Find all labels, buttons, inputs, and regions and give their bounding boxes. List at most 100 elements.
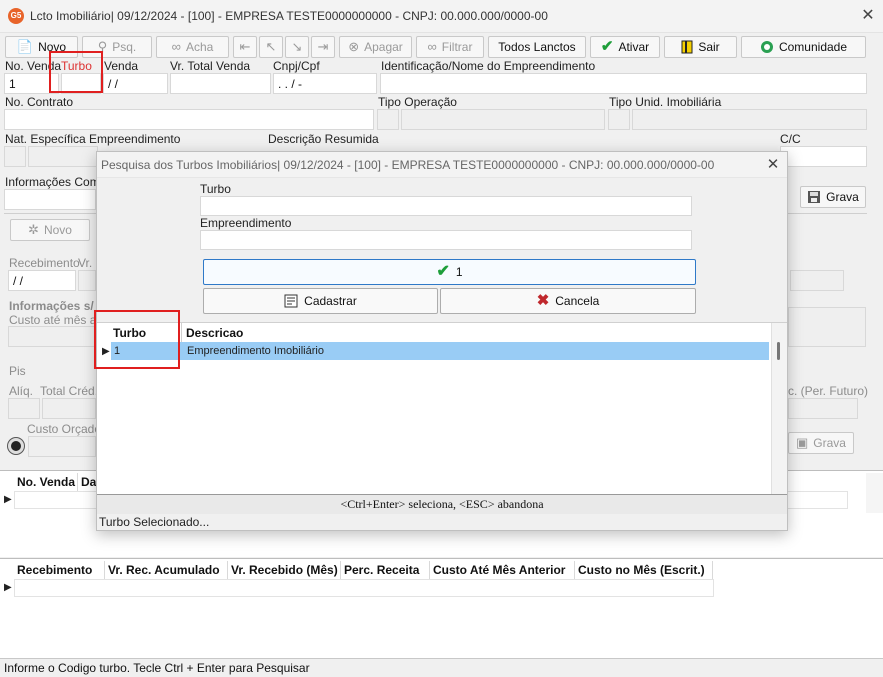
dialog-empreendimento-input[interactable]	[200, 230, 692, 250]
save-icon: ▣	[796, 435, 809, 450]
row-pointer-icon: ▶	[4, 582, 12, 593]
sair-button[interactable]: Sair	[664, 36, 737, 58]
gear-icon: ✲	[28, 222, 39, 237]
custo-orcado-radio-icon[interactable]	[8, 438, 24, 454]
descricao-resumida-label: Descrição Resumida	[268, 132, 379, 146]
dialog-turbo-label: Turbo	[200, 182, 231, 196]
grid-scrollbar-thumb[interactable]	[777, 342, 780, 360]
dialog-select-label: 1	[455, 265, 463, 279]
cadastrar-label: Cadastrar	[304, 294, 357, 308]
new-document-icon: 📄	[16, 39, 34, 54]
vr-total-venda-input[interactable]	[170, 73, 271, 94]
identificacao-input[interactable]	[380, 73, 867, 94]
next-icon: ↘	[291, 39, 303, 54]
aliq-label: Alíq.	[9, 384, 34, 398]
filter-icon: ∞	[427, 39, 437, 54]
cc-label: C/C	[780, 132, 801, 146]
grid2-col-vr-recebido-mes[interactable]: Vr. Recebido (Mês)	[228, 561, 341, 579]
per-futuro-input	[788, 398, 858, 419]
acha-button[interactable]: ∞ Acha	[156, 36, 229, 58]
informacoes-group-label: Informações s/	[9, 299, 94, 313]
ativar-label: Ativar	[618, 40, 650, 54]
grid1-col-no-venda[interactable]: No. Venda	[14, 473, 78, 491]
filtrar-button[interactable]: ∞ Filtrar	[416, 36, 484, 58]
tipo-unid-code[interactable]	[608, 109, 630, 130]
turbo-highlight-box	[49, 51, 103, 93]
apagar-button[interactable]: ⊗ Apagar	[339, 36, 412, 58]
sair-label: Sair	[698, 40, 720, 54]
grid1-col-data[interactable]: Da	[78, 473, 98, 491]
recebimento-label: Recebimento	[9, 256, 80, 270]
dialog-turbo-input[interactable]	[200, 196, 692, 216]
binoculars-icon: ∞	[171, 39, 181, 54]
community-icon	[760, 40, 774, 55]
cnpj-input[interactable]: . . / -	[273, 73, 377, 94]
panel-novo-button[interactable]: ✲ Novo	[10, 219, 90, 241]
custo-orcado-input	[28, 436, 96, 457]
todos-lanctos-button[interactable]: Todos Lanctos	[488, 36, 586, 58]
grava-button[interactable]: Grava	[800, 186, 866, 208]
grid2-col-custo-no-mes[interactable]: Custo no Mês (Escrit.)	[575, 561, 713, 579]
close-icon[interactable]: ✕	[858, 6, 878, 26]
tipo-operacao-desc	[401, 109, 605, 130]
app-icon: G5	[8, 8, 24, 24]
cancel-x-icon: ✖	[536, 292, 550, 309]
dialog-footer-hint: <Ctrl+Enter> seleciona, <ESC> abandona	[97, 494, 787, 514]
dialog-close-icon[interactable]: ✕	[763, 155, 783, 175]
identificacao-label: Identificação/Nome do Empreendimento	[381, 59, 596, 73]
todos-lanctos-label: Todos Lanctos	[498, 40, 576, 54]
exit-door-icon	[681, 40, 693, 55]
grid2-col-vr-rec-acumulado[interactable]: Vr. Rec. Acumulado	[105, 561, 228, 579]
register-icon	[284, 294, 298, 309]
first-record-button[interactable]: ⇤	[233, 36, 257, 58]
nat-especifica-label: Nat. Específica Empreendimento	[5, 132, 181, 146]
prev-icon: ↖	[265, 39, 277, 54]
psq-label: Psq.	[112, 40, 137, 54]
tipo-unid-desc	[632, 109, 867, 130]
apagar-label: Apagar	[364, 40, 403, 54]
grid-col-descricao[interactable]: Descricao	[186, 326, 243, 340]
recebimento-input[interactable]: / /	[8, 270, 76, 291]
prev-record-button[interactable]: ↖	[259, 36, 283, 58]
info-compl-label: Informações Compl	[5, 175, 110, 189]
grid2-col-custo-ate-mes-anterior[interactable]: Custo Até Mês Anterior	[430, 561, 575, 579]
pis-group-label: Pis	[9, 364, 26, 378]
custo-ate-input	[8, 326, 96, 347]
aliq-input	[8, 398, 40, 419]
tipo-operacao-code[interactable]	[377, 109, 399, 130]
turbo-search-dialog: Pesquisa dos Turbos Imobiliários| 09/12/…	[94, 151, 788, 531]
panel-grava-button[interactable]: ▣ Grava	[788, 432, 854, 454]
grid1-scrollbar[interactable]	[866, 473, 883, 513]
cadastrar-button[interactable]: Cadastrar	[203, 288, 438, 314]
no-contrato-label: No. Contrato	[5, 95, 74, 109]
acha-label: Acha	[185, 40, 214, 54]
recebimentos-grid[interactable]: Recebimento Vr. Rec. Acumulado Vr. Receb…	[0, 558, 883, 658]
ativar-button[interactable]: ✔ Ativar	[590, 36, 660, 58]
grid2-col-recebimento[interactable]: Recebimento	[14, 561, 105, 579]
filtrar-label: Filtrar	[441, 40, 473, 54]
info-compl-input[interactable]	[4, 189, 96, 210]
grid2-row[interactable]	[14, 579, 714, 597]
total-cred-input	[42, 398, 96, 419]
grid-col-divider	[181, 323, 182, 342]
venda-date-input[interactable]: / /	[103, 73, 168, 94]
last-record-button[interactable]: ⇥	[311, 36, 335, 58]
check-icon: ✔	[436, 263, 450, 280]
nat-especifica-code[interactable]	[4, 146, 26, 167]
panel-novo-label: Novo	[43, 223, 72, 237]
dialog-empreendimento-label: Empreendimento	[200, 216, 292, 230]
turbo-results-grid[interactable]: Turbo Descricao ▶ 1 Empreendimento Imobi…	[97, 322, 787, 494]
dialog-select-button[interactable]: ✔ 1	[203, 259, 696, 285]
grid-cell-descricao[interactable]: Empreendimento Imobiliário	[187, 345, 324, 357]
next-record-button[interactable]: ↘	[285, 36, 309, 58]
panel-grava-label: Grava	[813, 436, 846, 450]
no-contrato-input[interactable]	[4, 109, 374, 130]
cc-input[interactable]	[780, 146, 867, 167]
cancela-button[interactable]: ✖ Cancela	[440, 288, 696, 314]
grid2-col-perc-receita[interactable]: Perc. Receita	[341, 561, 430, 579]
per-futuro-label: c. (Per. Futuro)	[788, 384, 869, 398]
comunidade-label: Comunidade	[778, 40, 848, 54]
comunidade-button[interactable]: Comunidade	[741, 36, 866, 58]
tipo-unid-label: Tipo Unid. Imobiliária	[609, 95, 722, 109]
window-title: Lcto Imobiliário| 09/12/2024 - [100] - E…	[30, 9, 548, 23]
